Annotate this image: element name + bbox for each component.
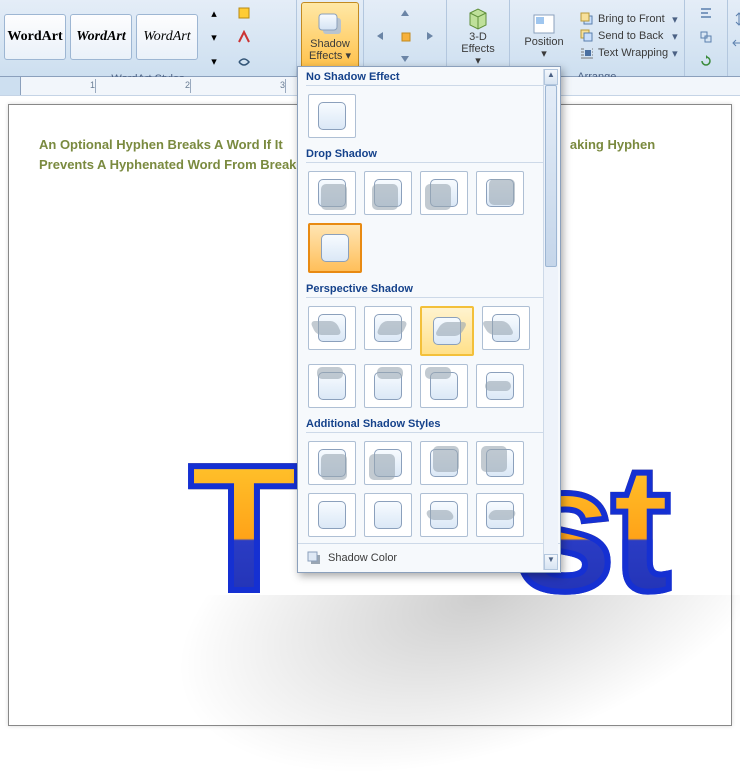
bring-front-icon	[580, 12, 594, 26]
persp-8[interactable]	[476, 364, 524, 408]
wordart-gallery[interactable]: WordArt WordArt WordArt	[4, 14, 198, 60]
nudge-left[interactable]	[368, 25, 392, 47]
wrap-icon	[580, 46, 594, 60]
group-3d: 3-D Effects ▾	[447, 0, 510, 76]
align-button[interactable]	[694, 2, 718, 24]
addl-7[interactable]	[420, 493, 468, 537]
section-drop-shadow: Drop Shadow	[306, 148, 552, 163]
position-icon	[531, 12, 557, 36]
no-shadow-option[interactable]	[308, 94, 356, 138]
addl-6[interactable]	[364, 493, 412, 537]
shadow-color-label: Shadow Color	[328, 552, 397, 564]
group-shadow-nudge	[364, 0, 447, 76]
section-no-shadow: No Shadow Effect	[306, 71, 552, 86]
persp-3-hover[interactable]	[420, 306, 474, 356]
addl-2[interactable]	[364, 441, 412, 485]
persp-4[interactable]	[482, 306, 530, 350]
scroll-thumb[interactable]	[545, 85, 557, 267]
gallery-row-up[interactable]: ▴	[202, 2, 226, 24]
send-to-back[interactable]: Send to Back▾	[578, 28, 680, 44]
drop-shadow-1[interactable]	[308, 171, 356, 215]
drop-shadow-4[interactable]	[476, 171, 524, 215]
group-size: ▲▼ ▲▼ Size	[728, 0, 740, 76]
group-arrange-extra	[685, 0, 728, 76]
group-label-size: Size	[732, 60, 740, 74]
shape-outline-button[interactable]	[232, 26, 256, 48]
cube-icon	[464, 5, 492, 31]
additional-grid	[298, 435, 560, 543]
bring-to-front[interactable]: Bring to Front▾	[578, 11, 680, 27]
group-button[interactable]	[694, 26, 718, 48]
shadow-color-menu[interactable]: Shadow Color ▸	[298, 543, 560, 572]
shadow-color-icon	[306, 550, 322, 566]
drop-shadow-5-selected[interactable]	[308, 223, 362, 273]
addl-1[interactable]	[308, 441, 356, 485]
dropdown-scrollbar[interactable]: ▲ ▼	[543, 69, 558, 570]
section-additional: Additional Shadow Styles	[306, 418, 552, 433]
drop-shadow-3[interactable]	[420, 171, 468, 215]
height-icon	[732, 12, 740, 26]
threed-effects-button[interactable]: 3-D Effects ▾	[451, 2, 505, 70]
scroll-up[interactable]: ▲	[544, 69, 558, 85]
persp-6[interactable]	[364, 364, 412, 408]
nudge-up[interactable]	[393, 2, 417, 24]
group-shadow: Shadow Effects ▾	[297, 0, 364, 76]
shadow-icon	[315, 10, 345, 38]
addl-3[interactable]	[420, 441, 468, 485]
persp-2[interactable]	[364, 306, 412, 350]
width-icon	[732, 36, 740, 50]
wordart-style-3[interactable]: WordArt	[136, 14, 198, 60]
shape-fill-button[interactable]	[232, 2, 256, 24]
send-back-icon	[580, 29, 594, 43]
gallery-row-down[interactable]: ▾	[202, 26, 226, 48]
position-button[interactable]: Position▾	[514, 2, 574, 70]
persp-1[interactable]	[308, 306, 356, 350]
rotate-button[interactable]	[694, 50, 718, 72]
change-shape-button[interactable]	[232, 50, 256, 72]
drop-shadow-2[interactable]	[364, 171, 412, 215]
addl-5[interactable]	[308, 493, 356, 537]
shadow-effects-dropdown: ▲ ▼ No Shadow Effect Drop Shadow Perspec…	[297, 66, 561, 573]
persp-7[interactable]	[420, 364, 468, 408]
addl-4[interactable]	[476, 441, 524, 485]
nudge-right[interactable]	[418, 25, 442, 47]
scroll-down[interactable]: ▼	[544, 554, 558, 570]
section-perspective: Perspective Shadow	[306, 283, 552, 298]
addl-8[interactable]	[476, 493, 524, 537]
perspective-grid	[298, 300, 560, 414]
group-wordart-styles: WordArt WordArt WordArt ▴ ▾ ▾ WordArt St…	[0, 0, 297, 76]
wordart-style-1[interactable]: WordArt	[4, 14, 66, 60]
drop-shadow-grid	[298, 165, 560, 279]
persp-5[interactable]	[308, 364, 356, 408]
shadow-effects-label: Shadow Effects ▾	[309, 38, 351, 62]
wordart-style-2[interactable]: WordArt	[70, 14, 132, 60]
group-arrange: Position▾ Bring to Front▾ Send to Back▾ …	[510, 0, 685, 76]
gallery-more[interactable]: ▾	[202, 50, 226, 72]
shadow-effects-button[interactable]: Shadow Effects ▾	[301, 2, 359, 70]
shadow-toggle[interactable]	[393, 25, 417, 47]
text-wrapping[interactable]: Text Wrapping▾	[578, 45, 680, 61]
ruler-corner	[0, 77, 21, 95]
